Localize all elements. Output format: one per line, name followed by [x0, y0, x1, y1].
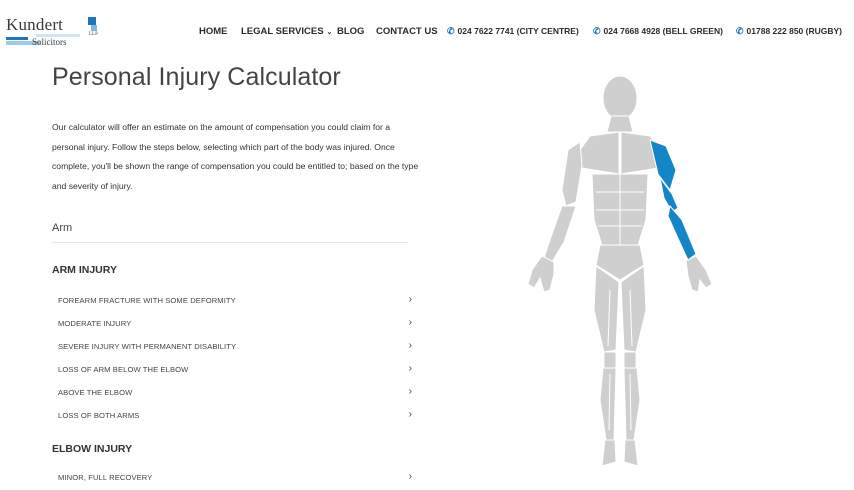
injury-option-label: FOREARM FRACTURE WITH SOME DEFORMITY — [58, 296, 236, 305]
logo-bar — [6, 37, 28, 40]
logo-sub: Solicitors — [32, 37, 67, 47]
chevron-right-icon: › — [408, 363, 412, 374]
nav-home-label: HOME — [199, 26, 228, 37]
injury-option-label: SEVERE INJURY WITH PERMANENT DISABILITY — [58, 342, 237, 351]
body-part-shin-left[interactable] — [623, 367, 641, 441]
nav-contact-us-label: CONTACT US — [376, 26, 438, 37]
nav-phone-city-centre[interactable]: ✆ 024 7622 7741 (CITY CENTRE) — [447, 26, 579, 37]
chevron-right-icon: › — [408, 317, 412, 328]
body-part-upper-arm-right[interactable] — [561, 141, 583, 207]
body-part-head[interactable] — [602, 75, 638, 121]
body-part-hand-left[interactable] — [685, 255, 713, 293]
nav-legal-services-label: LEGAL SERVICES — [241, 26, 324, 37]
injury-option[interactable]: ABOVE THE ELBOW › — [52, 382, 412, 405]
injury-option-label: LOSS OF ARM BELOW THE ELBOW — [58, 365, 189, 374]
phone-icon: ✆ — [593, 26, 601, 36]
body-part-knee-left[interactable] — [623, 351, 637, 369]
body-part-thigh-right[interactable] — [593, 265, 620, 353]
body-part-knee-right[interactable] — [603, 351, 617, 369]
injury-option[interactable]: MINOR, FULL RECOVERY › — [52, 467, 412, 490]
chevron-down-icon: ⌄ — [326, 29, 333, 36]
logo-square — [88, 17, 96, 25]
phone-label: 024 7622 7741 (CITY CENTRE) — [457, 26, 579, 36]
section-heading-elbow-injury: ELBOW INJURY — [52, 443, 133, 455]
body-part-shin-right[interactable] — [599, 367, 617, 441]
body-part-chest-right[interactable] — [579, 131, 620, 175]
injury-option[interactable]: LOSS OF ARM BELOW THE ELBOW › — [52, 359, 412, 382]
body-part-thigh-left[interactable] — [620, 265, 647, 353]
injury-option-label: LOSS OF BOTH ARMS — [58, 411, 140, 420]
selected-area-label: Arm — [52, 222, 73, 234]
chevron-right-icon: › — [408, 340, 412, 351]
injury-option-label: MODERATE INJURY — [58, 319, 132, 328]
injury-option[interactable]: MODERATE INJURY › — [52, 313, 412, 336]
body-diagram — [527, 75, 713, 467]
divider — [52, 242, 408, 243]
section-heading-arm-injury: ARM INJURY — [52, 264, 117, 276]
injury-option-label: ABOVE THE ELBOW — [58, 388, 133, 397]
injury-option-label: MINOR, FULL RECOVERY — [58, 473, 153, 482]
injury-option[interactable]: LOSS OF BOTH ARMS › — [52, 405, 412, 428]
page-title: Personal Injury Calculator — [52, 63, 341, 91]
nav-home[interactable]: HOME — [199, 26, 228, 37]
logo[interactable]: Kundert Solicitors LLP — [6, 15, 106, 49]
phone-label: 024 7668 4928 (BELL GREEN) — [603, 26, 723, 36]
logo-square — [91, 25, 97, 31]
phone-icon: ✆ — [447, 26, 455, 36]
logo-llp: LLP — [89, 32, 98, 37]
body-part-foot-left[interactable] — [623, 439, 639, 467]
injury-option[interactable]: SEVERE INJURY WITH PERMANENT DISABILITY … — [52, 336, 412, 359]
body-part-foot-right[interactable] — [601, 439, 617, 467]
nav-phone-rugby[interactable]: ✆ 01788 222 850 (RUGBY) — [736, 26, 842, 37]
chevron-right-icon: › — [408, 386, 412, 397]
phone-icon: ✆ — [736, 26, 744, 36]
injury-option[interactable]: FOREARM FRACTURE WITH SOME DEFORMITY › — [52, 290, 412, 313]
body-part-hand-right[interactable] — [527, 255, 555, 293]
nav-blog[interactable]: BLOG — [337, 26, 364, 37]
body-part-forearm-left[interactable] — [667, 204, 697, 261]
nav-contact-us[interactable]: CONTACT US — [376, 26, 438, 37]
logo-name: Kundert — [6, 15, 64, 34]
chevron-right-icon: › — [408, 294, 412, 305]
intro-text: Our calculator will offer an estimate on… — [52, 122, 419, 191]
chevron-right-icon: › — [408, 409, 412, 420]
body-part-forearm-right[interactable] — [543, 205, 577, 263]
phone-label: 01788 222 850 (RUGBY) — [746, 26, 842, 36]
body-part-neck[interactable] — [606, 115, 634, 133]
chevron-right-icon: › — [408, 471, 412, 482]
nav-blog-label: BLOG — [337, 26, 365, 37]
nav-legal-services[interactable]: LEGAL SERVICES ⌄ — [241, 26, 332, 37]
site-header: Kundert Solicitors LLP HOME LEGAL SERVIC… — [0, 0, 854, 62]
nav-phone-bell-green[interactable]: ✆ 024 7668 4928 (BELL GREEN) — [593, 26, 723, 37]
